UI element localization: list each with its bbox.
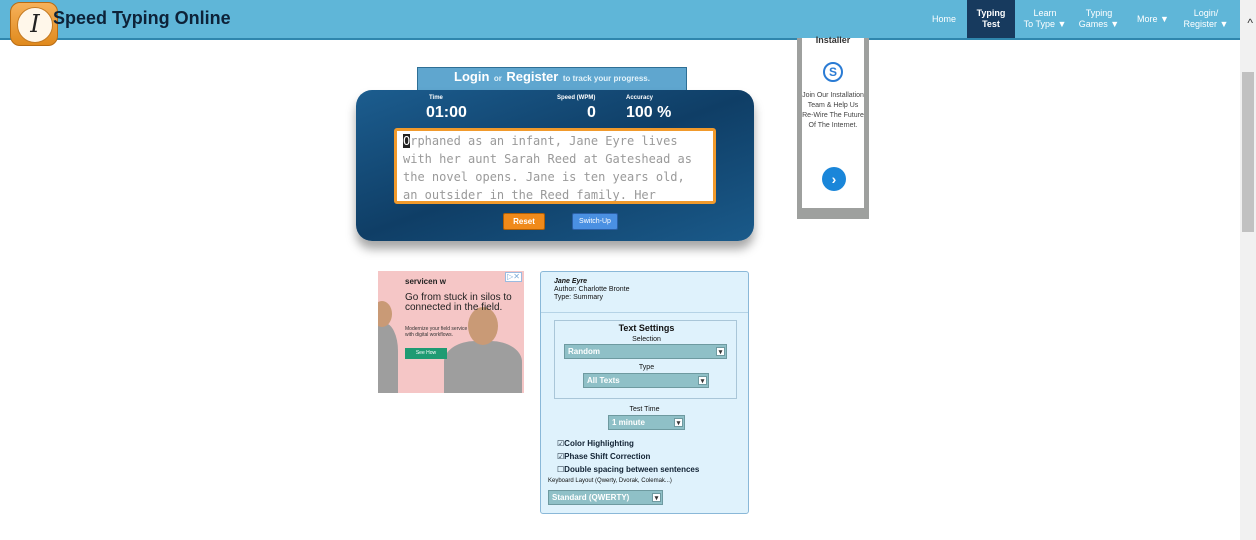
- installer-logo-icon: S: [823, 62, 843, 82]
- nav-login-line1: Login/: [1193, 8, 1219, 18]
- type-dropdown[interactable]: All Texts ▾: [583, 373, 709, 388]
- text-settings-box: Text Settings Selection Random ▾ Type Al…: [554, 320, 737, 399]
- typing-line-2: with her aunt Sarah Reed at Gateshead as: [403, 152, 692, 166]
- nav-games-line2: Games ▼: [1078, 19, 1120, 29]
- phase-shift-label: Phase Shift Correction: [564, 452, 651, 461]
- keyboard-layout-dropdown[interactable]: Standard (QWERTY) ▾: [548, 490, 663, 505]
- selection-value: Random: [568, 347, 600, 356]
- keyboard-layout-label: Keyboard Layout (Qwerty, Dvorak, Colemak…: [548, 478, 672, 484]
- chevron-down-icon: ▾: [716, 347, 725, 356]
- ad-person-left-head: [378, 301, 392, 327]
- top-navigation-bar: I Speed Typing Online Home Typing Test L…: [0, 0, 1240, 46]
- typing-text-area[interactable]: Orphaned as an infant, Jane Eyre lives w…: [394, 128, 716, 204]
- nav-learn-line2: To Type ▼: [1023, 19, 1067, 29]
- login-register-tab: Login or Register to track your progress…: [417, 67, 687, 92]
- phase-shift-checkbox[interactable]: ☑Phase Shift Correction: [557, 452, 650, 461]
- nav-more-label: More ▼: [1137, 13, 1169, 24]
- test-time-dropdown[interactable]: 1 minute ▾: [608, 415, 685, 430]
- ad-headline: Go from stuck in silos to connected in t…: [405, 292, 512, 313]
- logo-letter-icon: I: [17, 7, 53, 43]
- book-type: Type: Summary: [554, 294, 604, 301]
- nav-login-line2: Register ▼: [1183, 19, 1229, 29]
- accuracy-value: 100 %: [626, 104, 672, 121]
- login-suffix-text: to track your progress.: [562, 74, 650, 83]
- double-spacing-checkbox[interactable]: ☐Double spacing between sentences: [557, 465, 699, 474]
- chevron-down-icon: ▾: [674, 418, 683, 427]
- nav-typing-test-line2: Test: [982, 19, 1000, 29]
- color-highlighting-checkbox[interactable]: ☑Color Highlighting: [557, 439, 634, 448]
- book-info: Jane Eyre Author: Charlotte Bronte Type:…: [554, 278, 630, 302]
- typing-line-1: Orphaned as an infant, Jane Eyre lives: [403, 132, 707, 150]
- type-label: Type: [638, 364, 655, 371]
- nav-home[interactable]: Home: [926, 0, 962, 38]
- keyboard-layout-value: Standard (QWERTY): [552, 493, 630, 502]
- divider: [541, 312, 748, 313]
- time-label: Time: [429, 95, 443, 101]
- time-value: 01:00: [426, 104, 467, 121]
- book-title: Jane Eyre: [554, 278, 588, 285]
- test-time-label: Test Time: [629, 406, 660, 413]
- chevron-down-icon: ▾: [652, 493, 661, 502]
- double-spacing-label: Double spacing between sentences: [564, 465, 700, 474]
- register-link[interactable]: Register: [506, 69, 558, 84]
- vertical-scrollbar[interactable]: ^: [1240, 0, 1256, 540]
- nav-typing-test[interactable]: Typing Test: [967, 0, 1015, 38]
- chevron-down-icon: ▾: [698, 376, 707, 385]
- speed-label: Speed (WPM): [557, 95, 596, 101]
- nav-home-label: Home: [931, 13, 956, 24]
- installer-ad[interactable]: Installer S Join Our Installation Team &…: [797, 35, 869, 219]
- speed-value: 0: [587, 104, 596, 121]
- nav-learn-line1: Learn: [1033, 8, 1057, 18]
- typing-test-panel: Time 01:00 Speed (WPM) 0 Accuracy 100 % …: [356, 90, 754, 241]
- accuracy-label: Accuracy: [626, 95, 654, 101]
- test-time-value: 1 minute: [612, 418, 645, 427]
- nav-games-line1: Typing: [1085, 8, 1113, 18]
- ad-subtext: Modernize your field service with digita…: [405, 326, 468, 338]
- text-settings-title: Text Settings: [618, 323, 675, 333]
- installer-ad-title: Installer: [815, 35, 851, 45]
- ad-person-right: [444, 341, 522, 393]
- nav-typing-games[interactable]: Typing Games ▼: [1073, 0, 1125, 38]
- selection-dropdown[interactable]: Random ▾: [564, 344, 727, 359]
- nav-typing-test-line1: Typing: [976, 8, 1006, 18]
- login-or-text: or: [493, 74, 502, 83]
- reset-button[interactable]: Reset: [503, 213, 545, 230]
- scroll-thumb[interactable]: [1242, 72, 1254, 232]
- ad-brand: servicen w: [405, 277, 446, 286]
- ad-choices-icon[interactable]: ▷✕: [505, 272, 522, 282]
- chevron-right-icon[interactable]: ›: [822, 167, 846, 191]
- selection-label: Selection: [632, 336, 661, 343]
- ad-cta-button[interactable]: See How: [405, 348, 447, 359]
- switch-up-button[interactable]: Switch-Up: [572, 213, 618, 230]
- login-link[interactable]: Login: [454, 69, 489, 84]
- installer-ad-text: Join Our Installation Team & Help Us Re-…: [802, 92, 864, 129]
- installer-ad-card: Installer S Join Our Installation Team &…: [802, 35, 864, 208]
- site-title[interactable]: Speed Typing Online: [53, 8, 231, 29]
- typing-line-4: an outsider in the Reed family. Her: [403, 188, 656, 202]
- servicenow-ad[interactable]: servicen w ▷✕ Go from stuck in silos to …: [378, 271, 524, 393]
- settings-panel: Jane Eyre Author: Charlotte Bronte Type:…: [540, 271, 749, 514]
- nav-learn-to-type[interactable]: Learn To Type ▼: [1022, 0, 1068, 38]
- type-value: All Texts: [587, 376, 620, 385]
- ad-person-left: [378, 323, 398, 393]
- typing-line-3: the novel opens. Jane is ten years old,: [403, 170, 685, 184]
- typing-line-1-text: rphaned as an infant, Jane Eyre lives: [410, 134, 678, 148]
- scroll-up-arrow-icon[interactable]: ^: [1247, 16, 1253, 30]
- color-highlighting-label: Color Highlighting: [564, 439, 634, 448]
- site-logo[interactable]: I: [10, 2, 58, 46]
- nav-login-register[interactable]: Login/ Register ▼: [1180, 0, 1232, 38]
- book-author: Author: Charlotte Bronte: [554, 286, 630, 293]
- nav-more[interactable]: More ▼: [1132, 0, 1174, 38]
